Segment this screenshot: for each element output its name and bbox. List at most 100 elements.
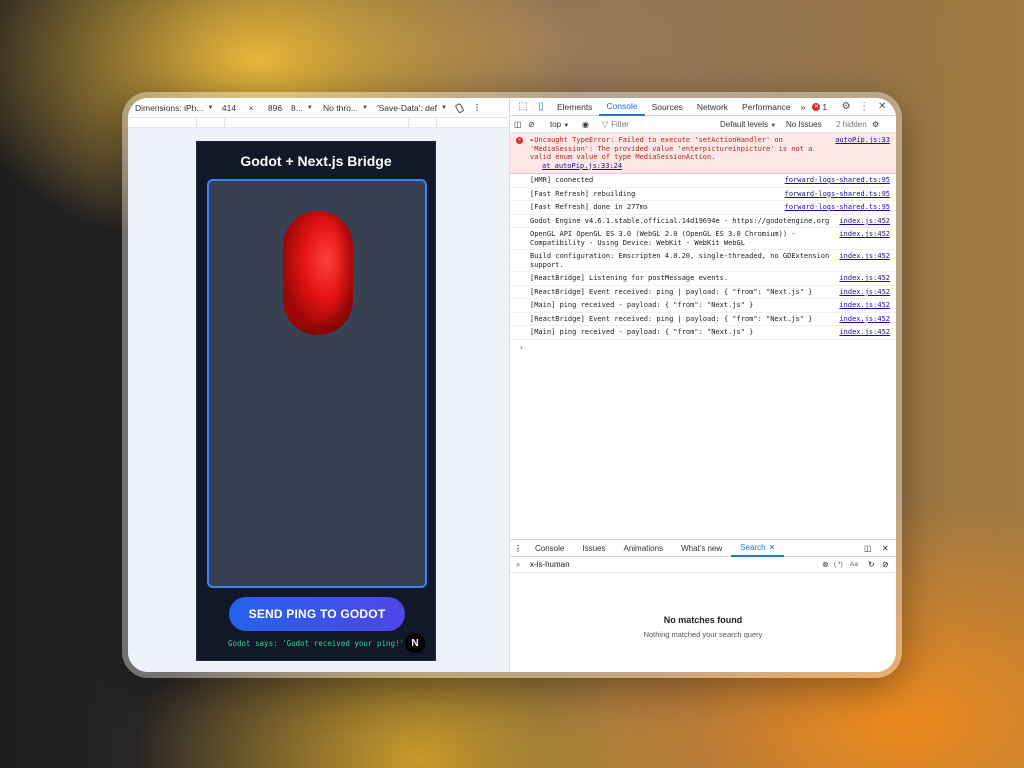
page-title: Godot + Next.js Bridge	[240, 153, 392, 169]
console-log-entry: [ReactBridge] Listening for postMessage …	[510, 272, 896, 286]
device-emulation-pane: Dimensions: iPh... ▼ 414 × 896 8... ▼ No…	[128, 98, 510, 672]
eye-icon[interactable]: ◉	[582, 120, 602, 129]
chevron-down-icon: ▼	[440, 104, 447, 111]
regex-toggle[interactable]: (.*)	[834, 561, 850, 568]
tab-performance[interactable]: Performance	[735, 98, 798, 116]
sidebar-toggle-icon[interactable]: ◫	[514, 120, 528, 129]
log-source-link[interactable]: autoPip.js:33	[835, 136, 890, 170]
log-source-link[interactable]: index.js:452	[839, 315, 890, 324]
log-source-link[interactable]: index.js:452	[839, 288, 890, 297]
log-message: ▸Uncaught TypeError: Failed to execute '…	[530, 136, 817, 161]
error-count-badge[interactable]: ✕ 1	[808, 102, 831, 112]
zoom-label: 8...	[291, 102, 303, 113]
log-source-link[interactable]: index.js:452	[839, 328, 890, 337]
godot-canvas[interactable]	[207, 179, 427, 588]
more-tabs-icon[interactable]: »	[798, 98, 809, 116]
close-icon[interactable]: ✕	[873, 101, 891, 112]
dock-side-icon[interactable]: ◫	[864, 544, 882, 553]
refresh-icon[interactable]: ↻	[868, 560, 882, 569]
kebab-menu-icon[interactable]: ⋮	[471, 102, 483, 113]
log-source-link[interactable]: index.js:452	[839, 230, 890, 247]
no-matches-subtitle: Nothing matched your search query	[643, 630, 763, 639]
save-data-label: 'Save-Data': def	[377, 102, 437, 113]
console-log-entry: Godot Engine v4.6.1.stable.official.14d1…	[510, 215, 896, 228]
log-source-link[interactable]: forward-logs-shared.ts:95	[785, 203, 890, 212]
error-icon: ✕	[516, 137, 523, 144]
close-icon[interactable]: ✕	[882, 544, 896, 553]
tab-elements[interactable]: Elements	[550, 98, 599, 116]
filter-icon: ▽	[602, 119, 609, 129]
search-bar: ⌕ x-is-human ⊗ (.*) Aa ↻ ⊘	[510, 557, 896, 573]
drawer-tab-issues[interactable]: Issues	[573, 539, 614, 557]
console-settings-icon[interactable]: ⚙	[872, 120, 884, 129]
issues-button[interactable]: No Issues	[786, 120, 836, 129]
send-ping-button[interactable]: SEND PING TO GODOT	[229, 597, 405, 631]
settings-gear-icon[interactable]: ⚙	[837, 101, 855, 112]
console-log-entry: [ReactBridge] Event received: ping | pay…	[510, 286, 896, 299]
log-message: Godot Engine v4.6.1.stable.official.14d1…	[530, 216, 830, 225]
chevron-down-icon: ▼	[306, 104, 313, 111]
log-message: [Fast Refresh] done in 277ms	[530, 203, 649, 211]
rotate-icon[interactable]	[449, 102, 471, 113]
console-log-entry: [Main] ping received - payload: { "from"…	[510, 326, 896, 340]
filter-placeholder: Filter	[611, 119, 629, 129]
nextjs-dev-badge[interactable]: N	[405, 633, 425, 653]
devtools-tabbar: ⬚ ▯ Elements Console Sources Network Per…	[510, 98, 896, 116]
save-data-select[interactable]: 'Save-Data': def ▼	[377, 103, 449, 113]
kebab-menu-icon[interactable]: ⋮	[855, 101, 873, 112]
search-empty-state: No matches found Nothing matched your se…	[510, 615, 896, 639]
console-log-entry: [Fast Refresh] done in 277ms forward-log…	[510, 201, 896, 215]
console-prompt[interactable]: ›	[510, 340, 896, 352]
close-icon[interactable]: ✕	[769, 543, 776, 552]
tab-sources[interactable]: Sources	[645, 98, 690, 116]
throttle-select[interactable]: No thro... ▼	[323, 103, 377, 113]
log-message: OpenGL API OpenGL ES 3.0 (WebGL 2.0 (Ope…	[530, 230, 800, 247]
console-filter-input[interactable]: ▽ Filter	[602, 120, 720, 129]
log-message: [Main] ping received - payload: { "from"…	[530, 328, 754, 336]
log-source-link[interactable]: forward-logs-shared.ts:95	[785, 176, 890, 185]
console-log-entry: OpenGL API OpenGL ES 3.0 (WebGL 2.0 (Ope…	[510, 228, 896, 250]
search-input[interactable]: x-is-human	[530, 560, 822, 569]
inspect-icon[interactable]: ⬚	[514, 101, 532, 112]
dimensions-select[interactable]: Dimensions: iPh... ▼	[135, 103, 215, 113]
drawer-tab-console[interactable]: Console	[526, 539, 573, 557]
console-error-entry: ✕ ▸Uncaught TypeError: Failed to execute…	[510, 133, 896, 174]
case-toggle[interactable]: Aa	[850, 561, 868, 568]
tab-network[interactable]: Network	[690, 98, 735, 116]
log-source-link[interactable]: index.js:452	[839, 274, 890, 283]
drawer-tabbar: ⋮ Console Issues Animations What's new S…	[510, 539, 896, 557]
console-log-entry: [Fast Refresh] rebuilding forward-logs-s…	[510, 188, 896, 201]
log-levels-label: Default levels	[720, 119, 769, 129]
console-log-entry: [ReactBridge] Event received: ping | pay…	[510, 313, 896, 326]
chevron-down-icon: ▼	[207, 104, 214, 111]
drawer-tab-search[interactable]: Search ✕	[731, 539, 785, 557]
width-input[interactable]: 414	[215, 103, 243, 113]
console-toolbar: ◫ ⊘ top ▼ ◉ ▽ Filter Default levels ▼ No…	[510, 116, 896, 133]
log-source-link[interactable]: index.js:452	[839, 301, 890, 310]
console-log: ✕ ▸Uncaught TypeError: Failed to execute…	[510, 133, 896, 533]
zoom-select[interactable]: 8... ▼	[291, 103, 323, 113]
clear-search-icon[interactable]: ⊗	[822, 560, 834, 569]
log-message: [HMR] connected	[530, 176, 594, 184]
height-input[interactable]: 896	[259, 103, 291, 113]
drawer-tab-whats-new[interactable]: What's new	[672, 539, 731, 557]
log-source-link[interactable]: forward-logs-shared.ts:95	[785, 190, 890, 199]
log-levels-select[interactable]: Default levels ▼	[720, 120, 786, 129]
dimensions-label: Dimensions: iPh...	[135, 102, 204, 113]
chevron-down-icon: ▼	[563, 122, 570, 129]
tab-console[interactable]: Console	[599, 98, 645, 116]
console-log-entry: [Main] ping received - payload: { "from"…	[510, 299, 896, 313]
kebab-menu-icon[interactable]: ⋮	[514, 544, 526, 553]
clear-icon[interactable]: ⊘	[882, 560, 896, 569]
context-select[interactable]: top ▼	[544, 120, 582, 129]
clear-console-icon[interactable]: ⊘	[528, 120, 544, 129]
device-icon[interactable]: ▯	[532, 101, 550, 112]
context-label: top	[550, 119, 562, 129]
drawer-tab-animations[interactable]: Animations	[614, 539, 672, 557]
log-source-link[interactable]: index.js:452	[839, 217, 890, 226]
console-log-entry: Build configuration: Emscripten 4.0.20, …	[510, 250, 896, 272]
red-capsule	[283, 211, 353, 335]
log-stack-link[interactable]: at autoPip.js:33:24	[530, 162, 622, 170]
error-icon: ✕	[812, 102, 821, 111]
log-source-link[interactable]: index.js:452	[839, 252, 890, 269]
